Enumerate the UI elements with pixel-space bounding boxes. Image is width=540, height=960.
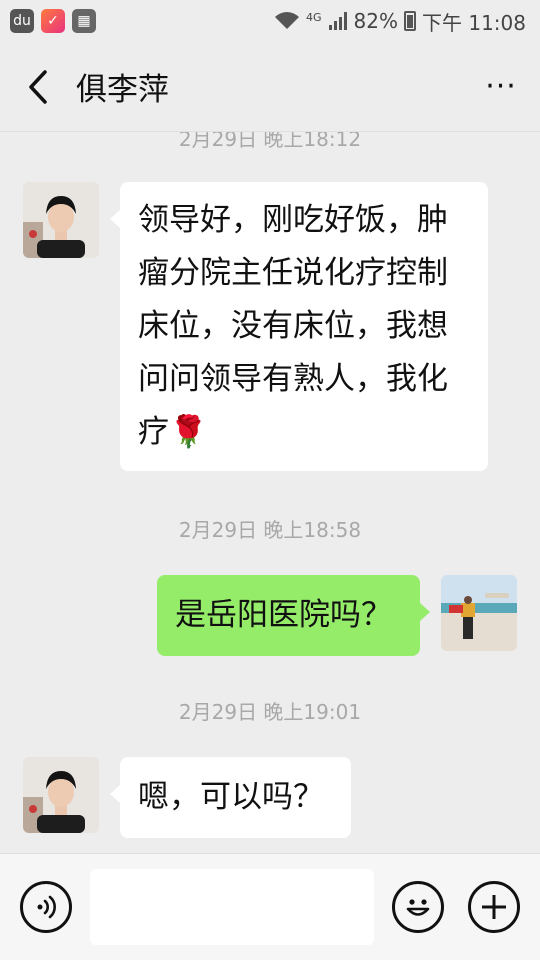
- message-text: 嗯，可以吗？: [138, 779, 324, 815]
- more-options-button[interactable]: ···: [462, 42, 540, 132]
- incoming-message-bubble[interactable]: 嗯，可以吗？: [110, 757, 351, 838]
- message-text: 是岳阳医院吗？: [175, 597, 392, 633]
- rose-emoji: 🌹: [169, 414, 208, 450]
- system-indicators: 4G 82% 下午 11:08: [274, 7, 526, 36]
- voice-icon: [37, 895, 56, 919]
- contact-avatar-image: [23, 182, 99, 258]
- message-input[interactable]: [90, 869, 374, 945]
- contact-avatar-image: [23, 757, 99, 833]
- baidu-icon: du: [10, 9, 34, 33]
- message-text: 领导好，刚吃好饭，肿瘤分院主任说化疗控制床位，没有床位，我想问问领导有熟人，我化…: [138, 202, 448, 450]
- message-input-bar: [0, 853, 540, 960]
- my-avatar[interactable]: [441, 575, 517, 651]
- clock: 下午 11:08: [422, 10, 526, 35]
- back-button[interactable]: [0, 42, 76, 132]
- plus-icon: [482, 895, 506, 919]
- battery-icon: [404, 11, 416, 31]
- timestamp: 2月29日 晚上18:12: [178, 132, 362, 151]
- add-button[interactable]: [468, 881, 520, 933]
- signal-icon: [328, 12, 347, 30]
- app-check-icon: ✓: [41, 9, 65, 33]
- status-bar: du ✓ ▦ 4G 82% 下午 11:08: [0, 0, 540, 42]
- my-avatar-image: [441, 575, 517, 651]
- timestamp: 2月29日 晚上18:58: [178, 518, 362, 542]
- message-list[interactable]: 2月29日 晚上18:12 领导好，刚吃好饭，肿瘤分院主任说化疗控制床位，没有床…: [0, 132, 540, 853]
- outgoing-message-bubble[interactable]: 是岳阳医院吗？: [157, 575, 430, 656]
- network-type: 4G: [306, 10, 322, 24]
- battery-percent: 82%: [353, 9, 398, 33]
- contact-avatar[interactable]: [23, 757, 99, 833]
- app-grid-icon: ▦: [72, 9, 96, 33]
- smile-icon: [406, 899, 430, 916]
- voice-button[interactable]: [20, 881, 72, 933]
- timestamp: 2月29日 晚上19:01: [178, 700, 362, 724]
- incoming-message-bubble[interactable]: 领导好，刚吃好饭，肿瘤分院主任说化疗控制床位，没有床位，我想问问领导有熟人，我化…: [110, 182, 488, 471]
- contact-avatar[interactable]: [23, 182, 99, 258]
- chat-header: 俱李萍 ···: [0, 42, 540, 132]
- wifi-icon: [275, 12, 300, 29]
- contact-name: 俱李萍: [76, 72, 169, 108]
- emoji-button[interactable]: [392, 881, 444, 933]
- chevron-left-icon: [29, 69, 47, 104]
- notification-icons: du ✓ ▦: [10, 9, 96, 33]
